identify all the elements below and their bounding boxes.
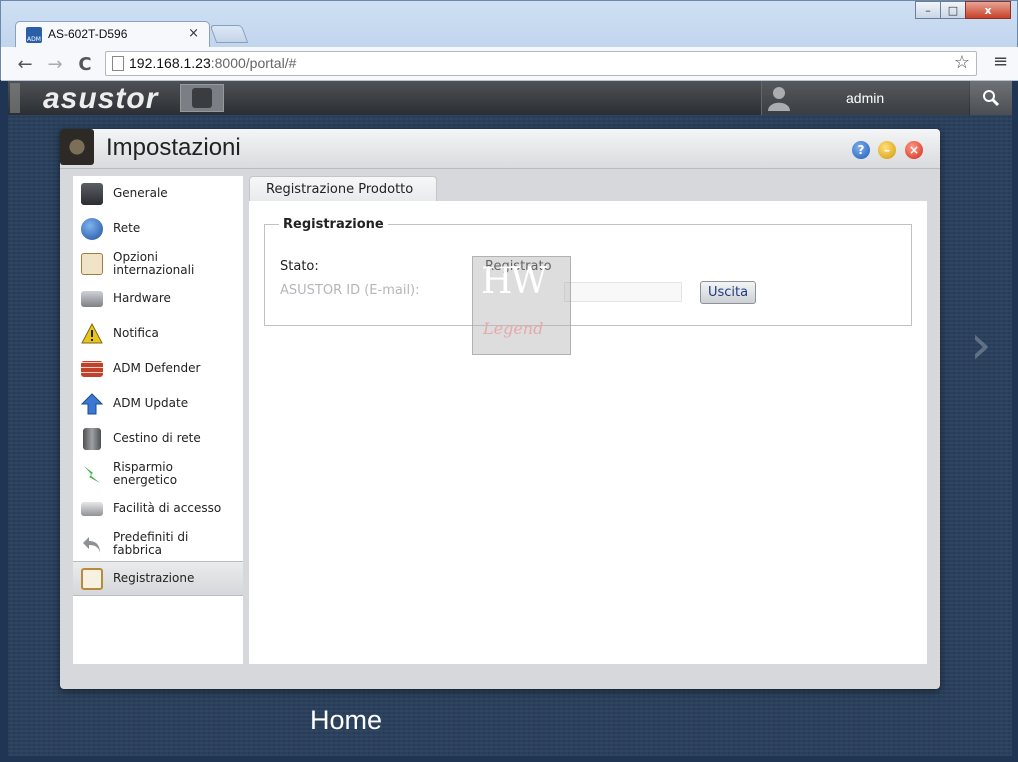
forward-arrow-icon[interactable]: → [43,52,67,76]
settings-gears-icon [60,129,94,165]
hwlegend-watermark: HW Legend [472,256,571,355]
sidebar-item-hardware[interactable]: Hardware [73,281,243,316]
sidebar-item-label: ADM Defender [113,361,201,375]
window-title: Impostazioni [106,134,241,161]
settings-sidebar: Generale Rete Opzioni internazionali Har… [73,176,243,664]
sidebar-item-generale[interactable]: Generale [73,176,243,211]
fieldset-legend: Registrazione [279,217,388,232]
taskbar-handle[interactable] [10,83,20,113]
window-close-button[interactable]: x [965,1,1011,19]
settings-app-taskbar-icon[interactable] [180,84,224,112]
help-icon[interactable]: ? [852,141,870,159]
url-host: 192.168.1.23 [129,55,211,71]
address-bar[interactable]: 192.168.1.23:8000/portal/# ☆ [105,51,977,76]
sidebar-item-label: Generale [113,186,168,200]
sidebar-item-label: Rete [113,221,141,235]
new-tab-button[interactable] [209,25,249,43]
page-icon [112,56,124,71]
registration-panel: Registrazione Prodotto Registrazione Sta… [249,176,927,664]
sidebar-item-adm-update[interactable]: ADM Update [73,386,243,421]
tab-registrazione-prodotto[interactable]: Registrazione Prodotto [249,176,437,201]
globe-icon [81,217,103,240]
registration-fieldset: Registrazione Stato: Registrato ASUSTOR … [264,217,912,326]
sidebar-item-cestino-di-rete[interactable]: Cestino di rete [73,421,243,456]
browser-tab-title: AS-602T-D596 [48,27,128,41]
sidebar-item-label: Notifica [113,326,159,340]
sidebar-item-risparmio-energetico[interactable]: Risparmio energetico [73,456,243,491]
close-icon[interactable]: × [905,141,923,159]
printer-icon [81,501,103,516]
undo-icon [83,536,100,553]
logout-button[interactable]: Uscita [700,281,756,304]
trash-icon [83,427,101,450]
minimize-icon[interactable]: – [878,141,896,159]
asustor-logo: asustor [43,82,159,115]
reload-icon[interactable]: C [73,52,97,76]
energy-icon [84,465,100,483]
desktop-home-label: Home [310,705,383,735]
status-label: Stato: [280,259,319,274]
window-controls: – □ x [915,1,1011,19]
warning-icon [81,322,103,343]
firewall-icon [81,360,103,377]
sidebar-item-registrazione[interactable]: Registrazione [73,561,243,596]
browser-toolbar: ← → C 192.168.1.23:8000/portal/# ☆ ≡ [1,47,1018,81]
window-minimize-button[interactable]: – [915,1,941,19]
adm-taskbar: asustor admin [8,81,1012,115]
sidebar-item-adm-defender[interactable]: ADM Defender [73,351,243,386]
harddisk-icon [81,290,103,307]
sidebar-item-label: Cestino di rete [113,431,201,445]
sidebar-item-label: Hardware [113,291,171,305]
sidebar-item-label: Registrazione [113,571,195,585]
watermark-hw-text: HW [481,261,547,302]
user-menu[interactable]: admin [761,81,969,115]
user-name: admin [846,90,885,106]
watermark-legend-text: Legend [483,319,544,338]
sidebar-item-label: ADM Update [113,396,189,410]
update-arrow-icon [81,392,103,414]
asustor-id-label: ASUSTOR ID (E-mail): [280,283,420,298]
url-path: :8000/portal/# [210,55,297,71]
window-maximize-button[interactable]: □ [940,1,966,19]
user-avatar-icon [768,87,790,111]
search-icon[interactable] [970,81,1012,115]
calendar-clock-icon [81,252,103,275]
browser-menu-icon[interactable]: ≡ [993,53,1009,71]
sidebar-item-rete[interactable]: Rete [73,211,243,246]
sidebar-item-facilita-di-accesso[interactable]: Facilità di accesso [73,491,243,526]
tab-close-icon[interactable]: × [188,26,199,41]
sidebar-item-label: Risparmio energetico [113,459,178,487]
clipboard-icon [81,567,103,590]
url-text[interactable]: 192.168.1.23:8000/portal/# [129,55,296,71]
browser-tab[interactable]: ADM AS-602T-D596 × [15,21,210,47]
sidebar-item-label: Facilità di accesso [113,501,222,515]
panel-tab-strip: Registrazione Prodotto [249,176,927,201]
server-icon [81,182,103,205]
sidebar-item-notifica[interactable]: Notifica [73,316,243,351]
sidebar-item-opzioni-internazionali[interactable]: Opzioni internazionali [73,246,243,281]
settings-window: Impostazioni ? – × Generale Rete Opzioni… [60,129,940,689]
browser-window-frame: – □ x ADM AS-602T-D596 × ← → C 192.168.1… [0,0,1018,81]
bookmark-star-icon[interactable]: ☆ [954,52,970,73]
sidebar-item-predefiniti-di-fabbrica[interactable]: Predefiniti di fabbrica [73,526,243,561]
adm-favicon-icon: ADM [26,27,42,43]
settings-window-header[interactable]: Impostazioni ? – × [60,129,940,169]
sidebar-item-label: Predefiniti di fabbrica [113,529,189,557]
asustor-id-field[interactable] [564,282,682,302]
next-page-icon[interactable]: › [970,313,992,376]
sidebar-item-label: Opzioni internazionali [113,249,195,277]
back-arrow-icon[interactable]: ← [13,52,37,76]
